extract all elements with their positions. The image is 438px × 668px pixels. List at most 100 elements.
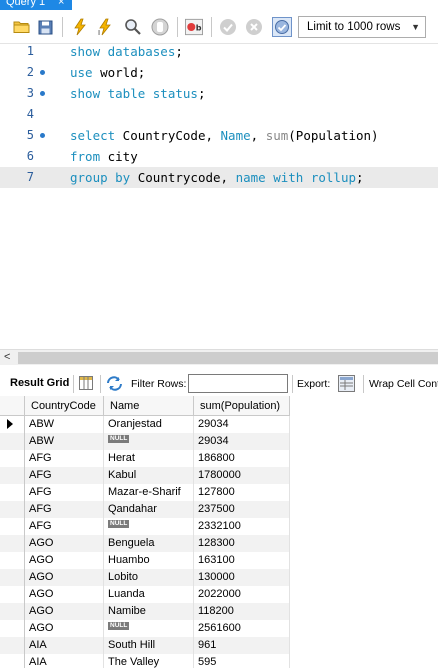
cell-population[interactable]: 163100	[194, 552, 290, 569]
execute-current-icon[interactable]: I	[96, 18, 114, 36]
filter-rows-input[interactable]	[188, 374, 288, 393]
cell-population[interactable]: 127800	[194, 484, 290, 501]
cell-population[interactable]: 29034	[194, 416, 290, 433]
query-tab[interactable]: Query 1 ×	[0, 0, 72, 10]
cell-name-null[interactable]: NULL	[104, 620, 194, 637]
table-row[interactable]: AFG Qandahar 237500	[0, 501, 290, 518]
current-row-icon	[7, 419, 13, 429]
table-row[interactable]: AGO Luanda 2022000	[0, 586, 290, 603]
filter-rows-label: Filter Rows:	[131, 378, 187, 390]
cell-name[interactable]: Luanda	[104, 586, 194, 603]
cell-population[interactable]: 130000	[194, 569, 290, 586]
cell-countrycode[interactable]: AGO	[25, 620, 104, 637]
table-row[interactable]: AGO Lobito 130000	[0, 569, 290, 586]
cell-countrycode[interactable]: ABW	[25, 416, 104, 433]
limit-rows-select[interactable]: Limit to 1000 rows ▼	[298, 16, 426, 38]
cell-countrycode[interactable]: AGO	[25, 569, 104, 586]
cell-name[interactable]: Huambo	[104, 552, 194, 569]
cell-population[interactable]: 186800	[194, 450, 290, 467]
table-row[interactable]: AFG Mazar-e-Sharif 127800	[0, 484, 290, 501]
cell-name[interactable]: Mazar-e-Sharif	[104, 484, 194, 501]
scroll-left-icon[interactable]: <	[4, 351, 10, 363]
cell-countrycode[interactable]: AGO	[25, 586, 104, 603]
toggle-continue-icon[interactable]: b	[185, 18, 203, 36]
wrap-cell-content-label[interactable]: Wrap Cell Cont	[369, 378, 438, 390]
toolbar-separator	[62, 17, 63, 37]
cell-name[interactable]: Kabul	[104, 467, 194, 484]
editor-line: 4	[0, 104, 438, 125]
filter-refresh-icon[interactable]	[106, 376, 123, 394]
cell-countrycode[interactable]: AFG	[25, 501, 104, 518]
result-grid-label[interactable]: Result Grid	[10, 377, 69, 389]
cell-population[interactable]: 29034	[194, 433, 290, 450]
open-folder-icon[interactable]	[12, 18, 30, 36]
cell-countrycode[interactable]: AFG	[25, 450, 104, 467]
editor-line: 2 use world;	[0, 62, 438, 83]
cell-countrycode[interactable]: AFG	[25, 484, 104, 501]
table-row[interactable]: AGO Huambo 163100	[0, 552, 290, 569]
cell-name[interactable]: Qandahar	[104, 501, 194, 518]
cell-population[interactable]: 961	[194, 637, 290, 654]
commit-icon[interactable]	[219, 18, 237, 36]
toolbar-separator	[73, 375, 74, 393]
table-row[interactable]: AGO Benguela 128300	[0, 535, 290, 552]
table-row[interactable]: AFG NULL 2332100	[0, 518, 290, 535]
cell-countrycode[interactable]: ABW	[25, 433, 104, 450]
cell-population[interactable]: 237500	[194, 501, 290, 518]
cell-countrycode[interactable]: AIA	[25, 654, 104, 668]
autocommit-icon[interactable]	[272, 17, 292, 37]
table-row[interactable]: ABW NULL 29034	[0, 433, 290, 450]
column-header-population[interactable]: sum(Population)	[194, 396, 290, 416]
code-text: use world;	[70, 65, 146, 80]
cell-name-null[interactable]: NULL	[104, 518, 194, 535]
table-row[interactable]: AGO NULL 2561600	[0, 620, 290, 637]
table-row[interactable]: ABW Oranjestad 29034	[0, 416, 290, 433]
editor-line: 5 select CountryCode, Name, sum(Populati…	[0, 125, 438, 146]
cell-name[interactable]: Herat	[104, 450, 194, 467]
column-header-name[interactable]: Name	[104, 396, 194, 416]
grid-header-row: CountryCode Name sum(Population)	[0, 396, 290, 416]
cell-countrycode[interactable]: AGO	[25, 535, 104, 552]
save-icon[interactable]	[36, 18, 54, 36]
cell-countrycode[interactable]: AGO	[25, 552, 104, 569]
export-icon[interactable]	[338, 375, 355, 395]
cell-name[interactable]: South Hill	[104, 637, 194, 654]
stop-icon[interactable]	[151, 18, 169, 36]
table-row[interactable]: AIA The Valley 595	[0, 654, 290, 668]
execute-icon[interactable]	[71, 18, 89, 36]
cell-population[interactable]: 118200	[194, 603, 290, 620]
cell-population[interactable]: 2332100	[194, 518, 290, 535]
cell-name[interactable]: Benguela	[104, 535, 194, 552]
table-row[interactable]: AFG Kabul 1780000	[0, 467, 290, 484]
cell-name[interactable]: Namibe	[104, 603, 194, 620]
cell-name-null[interactable]: NULL	[104, 433, 194, 450]
grid-view-icon[interactable]	[79, 376, 93, 393]
explain-icon[interactable]	[124, 18, 142, 36]
cell-countrycode[interactable]: AGO	[25, 603, 104, 620]
code-text: from city	[70, 149, 138, 164]
column-header-countrycode[interactable]: CountryCode	[25, 396, 104, 416]
code-text: show databases;	[70, 44, 183, 59]
close-tab-icon[interactable]: ×	[58, 0, 64, 10]
sql-editor[interactable]: 1 show databases; 2 use world; 3 show ta…	[0, 44, 438, 348]
line-number: 1	[26, 44, 34, 58]
cell-population[interactable]: 595	[194, 654, 290, 668]
rollback-icon[interactable]	[245, 18, 263, 36]
cell-name[interactable]: The Valley	[104, 654, 194, 668]
toolbar-separator	[177, 17, 178, 37]
cell-countrycode[interactable]: AIA	[25, 637, 104, 654]
cell-population[interactable]: 128300	[194, 535, 290, 552]
cell-name[interactable]: Lobito	[104, 569, 194, 586]
table-row[interactable]: AIA South Hill 961	[0, 637, 290, 654]
cell-countrycode[interactable]: AFG	[25, 518, 104, 535]
cell-population[interactable]: 2561600	[194, 620, 290, 637]
cell-population[interactable]: 1780000	[194, 467, 290, 484]
cell-population[interactable]: 2022000	[194, 586, 290, 603]
table-row[interactable]: AFG Herat 186800	[0, 450, 290, 467]
editor-horizontal-scrollbar[interactable]: <	[0, 349, 438, 365]
result-grid[interactable]: CountryCode Name sum(Population) ABW Oran…	[0, 396, 438, 668]
cell-countrycode[interactable]: AFG	[25, 467, 104, 484]
table-row[interactable]: AGO Namibe 118200	[0, 603, 290, 620]
cell-name[interactable]: Oranjestad	[104, 416, 194, 433]
scrollbar-thumb[interactable]	[18, 352, 438, 364]
